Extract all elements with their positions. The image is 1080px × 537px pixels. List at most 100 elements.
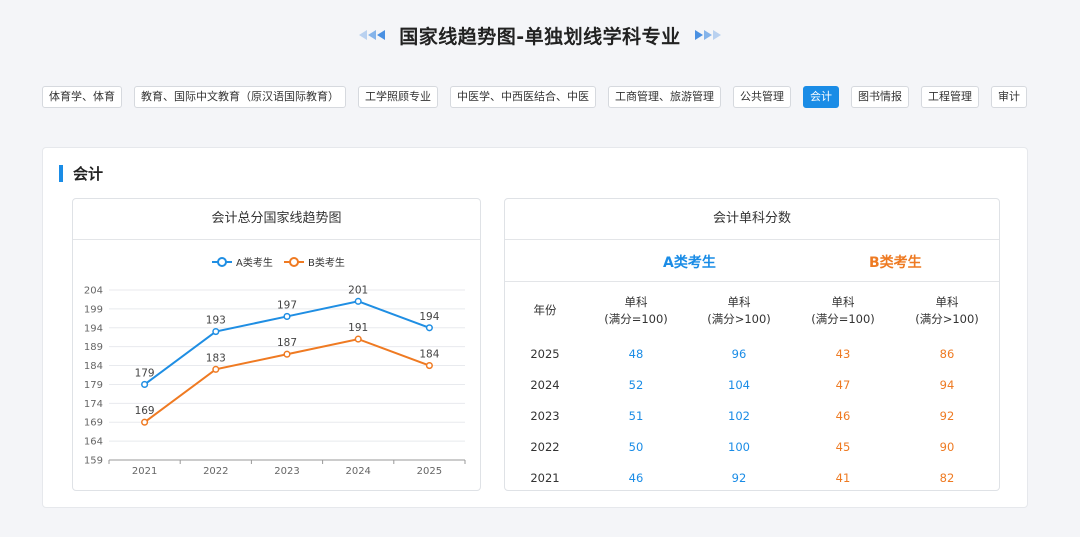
data-point <box>354 335 362 343</box>
page-title: 国家线趋势图-单独划线学科专业 <box>399 25 681 48</box>
col-b-sgt100-header: 单科 (满分>100) <box>915 294 979 326</box>
b-s100-cell: 45 <box>835 439 851 454</box>
data-label: 169 <box>135 405 155 417</box>
data-label: 201 <box>348 284 368 296</box>
section-title-text: 会计 <box>73 164 104 183</box>
tab-accounting[interactable]: 会计 <box>803 86 839 108</box>
b-sgt100-cell: 90 <box>939 439 955 454</box>
data-point <box>425 362 433 370</box>
table-row: 2025 48 96 43 86 <box>505 338 999 369</box>
line-chart: A类考生 B类考生 159 164 169 174 179 184 189 194 199 204 20… <box>84 256 466 477</box>
y-tick-label: 174 <box>84 399 103 410</box>
col-year-header: 年份 <box>533 303 557 317</box>
col-b-s100-header: 单科 (满分=100) <box>811 294 875 326</box>
b-sgt100-cell: 94 <box>939 377 955 392</box>
a-s100-cell: 50 <box>628 439 644 454</box>
a-sgt100-cell: 104 <box>728 377 750 392</box>
data-label: 197 <box>277 299 297 311</box>
data-point <box>354 297 362 305</box>
x-tick-label: 2024 <box>345 466 370 477</box>
year-cell: 2025 <box>530 346 560 361</box>
group-a-label: A类考生 <box>663 255 716 271</box>
y-tick-label: 184 <box>84 361 103 372</box>
tab-education[interactable]: 教育、国际中文教育（原汉语国际教育） <box>134 86 346 108</box>
tab-library-info[interactable]: 图书情报 <box>851 86 909 108</box>
tab-chinese-medicine[interactable]: 中医学、中西医结合、中医 <box>450 86 596 108</box>
data-point <box>141 380 149 388</box>
data-point <box>283 350 291 358</box>
b-sgt100-cell: 82 <box>939 470 955 485</box>
content-card: 会计 会计总分国家线趋势图 A类考生 B类考生 159 164 169 174 179 184… <box>42 147 1028 508</box>
a-s100-cell: 46 <box>628 470 644 485</box>
data-label: 193 <box>206 315 226 327</box>
b-sgt100-cell: 92 <box>939 408 955 423</box>
group-b-label: B类考生 <box>869 255 922 271</box>
tab-public-admin[interactable]: 公共管理 <box>733 86 791 108</box>
right-arrows-icon <box>694 30 721 40</box>
col-a-s100-header: 单科 (满分=100) <box>604 294 668 326</box>
table-row: 2023 51 102 46 92 <box>505 400 999 431</box>
year-cell: 2023 <box>530 408 560 423</box>
data-label: 194 <box>419 311 439 323</box>
col-a-sgt100-header: 单科 (满分>100) <box>707 294 771 326</box>
tab-engineering-care[interactable]: 工学照顾专业 <box>358 86 438 108</box>
section-title: 会计 <box>59 164 104 183</box>
legend-marker <box>289 257 299 267</box>
x-tick-label: 2025 <box>417 466 442 477</box>
table-header-row: 年份 单科 (满分=100) 单科 (满分>100) 单科 (满分=100) 单科 (满… <box>505 283 999 338</box>
plot-area: 159 164 169 174 179 184 189 194 199 204 2021 2022 20… <box>84 284 466 477</box>
y-tick-label: 164 <box>84 437 103 448</box>
data-label: 191 <box>348 322 368 334</box>
b-sgt100-cell: 86 <box>939 346 955 361</box>
y-tick-label: 199 <box>84 304 103 315</box>
table-panel: 会计单科分数 A类考生 B类考生 年份 单科 (满分=100) 单科 (满分>100… <box>504 198 1000 491</box>
data-label: 183 <box>206 352 226 364</box>
table-row: 2021 46 92 41 82 <box>505 462 999 493</box>
y-tick-label: 169 <box>84 418 103 429</box>
legend-label: A类考生 <box>236 256 273 269</box>
left-arrows-icon <box>359 30 386 40</box>
tab-business-tourism[interactable]: 工商管理、旅游管理 <box>608 86 721 108</box>
data-point <box>283 312 291 320</box>
score-table: 年份 单科 (满分=100) 单科 (满分>100) 单科 (满分=100) 单科 (满… <box>505 283 999 493</box>
a-s100-cell: 52 <box>628 377 644 392</box>
data-label: 187 <box>277 337 297 349</box>
b-s100-cell: 47 <box>835 377 851 392</box>
a-sgt100-cell: 102 <box>728 408 750 423</box>
tab-audit[interactable]: 审计 <box>991 86 1027 108</box>
y-tick-label: 189 <box>84 342 103 353</box>
x-tick-label: 2021 <box>132 466 157 477</box>
table-panel-title: 会计单科分数 <box>505 199 999 240</box>
b-s100-cell: 43 <box>835 346 851 361</box>
y-tick-label: 159 <box>84 456 103 467</box>
x-tick-label: 2023 <box>274 466 299 477</box>
data-point <box>425 324 433 332</box>
section-accent-bar <box>59 164 63 182</box>
a-sgt100-cell: 96 <box>731 346 747 361</box>
group-header-row: A类考生 B类考生 <box>505 240 999 282</box>
data-point <box>141 418 149 426</box>
a-sgt100-cell: 100 <box>728 439 750 454</box>
tab-sports[interactable]: 体育学、体育 <box>42 86 122 108</box>
year-cell: 2024 <box>530 377 560 392</box>
b-s100-cell: 41 <box>835 470 851 485</box>
year-cell: 2021 <box>530 470 560 485</box>
y-tick-label: 179 <box>84 380 103 391</box>
chart-panel: 会计总分国家线趋势图 A类考生 B类考生 159 164 169 174 179 184 189… <box>72 198 481 491</box>
data-label: 184 <box>419 349 439 361</box>
data-point <box>212 365 220 373</box>
a-s100-cell: 51 <box>628 408 644 423</box>
data-label: 179 <box>135 367 155 379</box>
data-point <box>212 328 220 336</box>
subject-tabs: 体育学、体育 教育、国际中文教育（原汉语国际教育） 工学照顾专业 中医学、中西医… <box>42 86 1032 108</box>
y-tick-label: 204 <box>84 286 103 297</box>
tab-engineering-mgmt[interactable]: 工程管理 <box>921 86 979 108</box>
x-tick-label: 2022 <box>203 466 228 477</box>
legend-label: B类考生 <box>308 256 345 269</box>
a-s100-cell: 48 <box>628 346 644 361</box>
y-tick-label: 194 <box>84 323 103 334</box>
table-row: 2024 52 104 47 94 <box>505 369 999 400</box>
year-cell: 2022 <box>530 439 560 454</box>
page-header: 国家线趋势图-单独划线学科专业 <box>0 18 1080 52</box>
legend-marker <box>217 257 227 267</box>
